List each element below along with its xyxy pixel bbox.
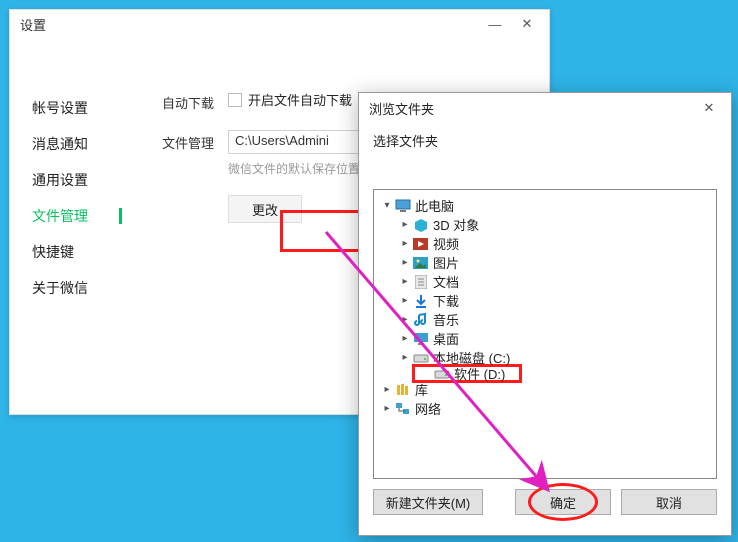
tree-item[interactable]: ▸ 下载 [378,291,712,310]
auto-download-checkbox-label: 开启文件自动下载 [248,90,352,109]
tree-item-label: 音乐 [433,310,459,329]
network-icon [394,401,411,416]
file-manage-label: 文件管理 [162,130,228,223]
browse-folder-dialog: 浏览文件夹 ✕ 选择文件夹 ▾此电脑▸3D 对象▸视频▸图片▸文档▸下载▸音乐▸… [358,92,732,536]
browse-title: 浏览文件夹 [369,99,434,118]
tree-item-label: 3D 对象 [433,215,479,234]
tree-item[interactable]: ▸ 文档 [378,272,712,291]
sidebar-item-消息通知[interactable]: 消息通知 [10,126,122,162]
chevron-right-icon[interactable]: ▸ [398,257,412,268]
download-icon [412,293,429,308]
browse-titlebar: 浏览文件夹 ✕ [359,93,731,123]
new-folder-button[interactable]: 新建文件夹(M) [373,489,483,515]
chevron-right-icon[interactable]: ▸ [398,333,412,344]
change-folder-button[interactable]: 更改 [228,195,302,223]
tree-item-label: 图片 [433,253,459,272]
checkbox-box-icon [228,93,242,107]
chevron-right-icon[interactable]: ▸ [398,276,412,287]
tree-item[interactable]: ▸库 [378,380,712,399]
close-icon: ✕ [704,100,715,116]
ok-button-label: 确定 [550,493,576,512]
tree-item-label: 软件 (D:) [454,364,505,383]
library-icon [394,382,411,397]
pc-icon [394,198,411,213]
picture-icon [412,255,429,270]
drive-icon [412,350,429,365]
settings-title: 设置 [20,15,46,34]
folder-tree[interactable]: ▾此电脑▸3D 对象▸视频▸图片▸文档▸下载▸音乐▸桌面▸本地磁盘 (C:)▸软… [373,189,717,479]
tree-item[interactable]: ▸ 视频 [378,234,712,253]
close-button[interactable]: ✕ [511,14,543,34]
ok-button[interactable]: 确定 [515,489,611,515]
tree-item-label: 文档 [433,272,459,291]
settings-titlebar: 设置 — ✕ [10,10,549,38]
chevron-right-icon[interactable]: ▸ [398,219,412,230]
minimize-icon: — [489,17,502,32]
chevron-right-icon[interactable]: ▸ [398,314,412,325]
auto-download-checkbox[interactable]: 开启文件自动下载 [228,90,352,109]
doc-icon [412,274,429,289]
sidebar-item-关于微信[interactable]: 关于微信 [10,270,122,306]
music-icon [412,312,429,327]
sidebar-item-文件管理[interactable]: 文件管理 [10,198,122,234]
video-icon [412,236,429,251]
chevron-down-icon[interactable]: ▾ [380,200,394,211]
tree-item-label: 此电脑 [415,196,454,215]
cancel-button[interactable]: 取消 [621,489,717,515]
minimize-button[interactable]: — [479,14,511,34]
settings-sidebar: 帐号设置消息通知通用设置文件管理快捷键关于微信 [10,38,122,414]
chevron-right-icon[interactable]: ▸ [398,352,412,363]
sidebar-item-通用设置[interactable]: 通用设置 [10,162,122,198]
tree-item[interactable]: ▸ 3D 对象 [378,215,712,234]
tree-item[interactable]: ▸ 音乐 [378,310,712,329]
chevron-right-icon[interactable]: ▸ [398,295,412,306]
browse-close-button[interactable]: ✕ [693,98,725,118]
tree-item-label: 库 [415,380,428,399]
tree-item[interactable]: ▸ 图片 [378,253,712,272]
tree-item[interactable]: ▸ 桌面 [378,329,712,348]
3d-icon [412,217,429,232]
tree-item[interactable]: ▸本地磁盘 (C:) [378,348,712,367]
auto-download-label: 自动下载 [162,90,228,112]
chevron-right-icon[interactable]: ▸ [380,403,394,414]
tree-item-label: 视频 [433,234,459,253]
close-icon: ✕ [522,16,533,32]
sidebar-item-帐号设置[interactable]: 帐号设置 [10,90,122,126]
tree-item-label: 桌面 [433,329,459,348]
chevron-right-icon[interactable]: ▸ [398,238,412,249]
tree-item[interactable]: ▾ 此电脑 [378,196,712,215]
tree-item[interactable]: ▸ 网络 [378,399,712,418]
sidebar-item-快捷键[interactable]: 快捷键 [10,234,122,270]
desktop-icon [412,331,429,346]
chevron-right-icon[interactable]: ▸ [380,384,394,395]
tree-item-label: 网络 [415,399,441,418]
tree-item-label: 下载 [433,291,459,310]
browse-subtitle: 选择文件夹 [359,123,731,189]
drive-icon [433,366,450,381]
